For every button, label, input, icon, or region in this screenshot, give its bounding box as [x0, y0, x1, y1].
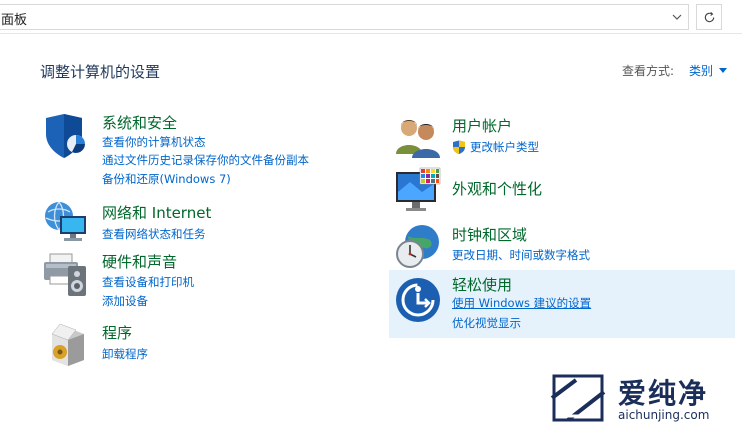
- category-user-accounts[interactable]: 用户帐户: [452, 115, 512, 136]
- monitor-palette-icon[interactable]: [394, 166, 442, 214]
- address-path-text: 面板: [1, 13, 28, 28]
- printer-speaker-icon[interactable]: [42, 250, 90, 298]
- link-file-history-backup[interactable]: 通过文件历史记录保存你的文件备份副本: [102, 152, 309, 168]
- view-by-label: 查看方式:: [622, 64, 675, 78]
- watermark-text-cn: 爱纯净: [618, 377, 709, 410]
- link-recommended-settings[interactable]: 使用 Windows 建议的设置: [452, 295, 591, 311]
- user-accounts-icon[interactable]: [394, 114, 442, 162]
- clock-globe-icon[interactable]: [394, 222, 442, 270]
- link-optimize-visual-display[interactable]: 优化视觉显示: [452, 315, 521, 331]
- view-by-dropdown[interactable]: 类别: [689, 62, 713, 79]
- link-network-status-tasks[interactable]: 查看网络状态和任务: [102, 226, 206, 242]
- refresh-icon: [704, 11, 714, 22]
- category-appearance-personalization[interactable]: 外观和个性化: [452, 178, 542, 199]
- link-add-device[interactable]: 添加设备: [102, 293, 148, 309]
- link-uninstall-program[interactable]: 卸载程序: [102, 346, 148, 362]
- system-security-shield-icon[interactable]: [42, 112, 90, 160]
- link-devices-printers[interactable]: 查看设备和打印机: [102, 274, 194, 290]
- link-backup-restore[interactable]: 备份和还原(Windows 7): [102, 171, 231, 187]
- chevron-down-icon[interactable]: [666, 5, 688, 29]
- caret-down-icon[interactable]: [719, 68, 727, 73]
- page-title: 调整计算机的设置: [40, 63, 161, 81]
- network-globe-icon[interactable]: [42, 198, 90, 246]
- category-hardware-sound[interactable]: 硬件和声音: [102, 251, 177, 272]
- category-network-internet[interactable]: 网络和 Internet: [102, 202, 211, 223]
- category-ease-of-access[interactable]: 轻松使用: [452, 274, 512, 295]
- category-clock-region[interactable]: 时钟和区域: [452, 224, 527, 245]
- link-change-date-time-format[interactable]: 更改日期、时间或数字格式: [452, 247, 590, 263]
- link-change-account-type[interactable]: 更改帐户类型: [452, 139, 539, 155]
- watermark-text-en: aichunjing.com: [618, 408, 710, 422]
- address-bar: 面板: [0, 0, 742, 34]
- watermark-logo-icon: [550, 374, 606, 422]
- link-change-account-type-label: 更改帐户类型: [470, 140, 539, 154]
- category-system-security[interactable]: 系统和安全: [102, 112, 177, 133]
- refresh-button[interactable]: [696, 4, 722, 30]
- uac-shield-icon: [453, 140, 465, 154]
- programs-box-icon[interactable]: [46, 320, 94, 368]
- link-view-computer-status[interactable]: 查看你的计算机状态: [102, 134, 206, 150]
- address-input[interactable]: 面板: [0, 4, 689, 30]
- category-programs[interactable]: 程序: [102, 322, 132, 343]
- watermark: 爱纯净 aichunjing.com: [548, 370, 742, 426]
- ease-of-access-icon[interactable]: [394, 276, 442, 324]
